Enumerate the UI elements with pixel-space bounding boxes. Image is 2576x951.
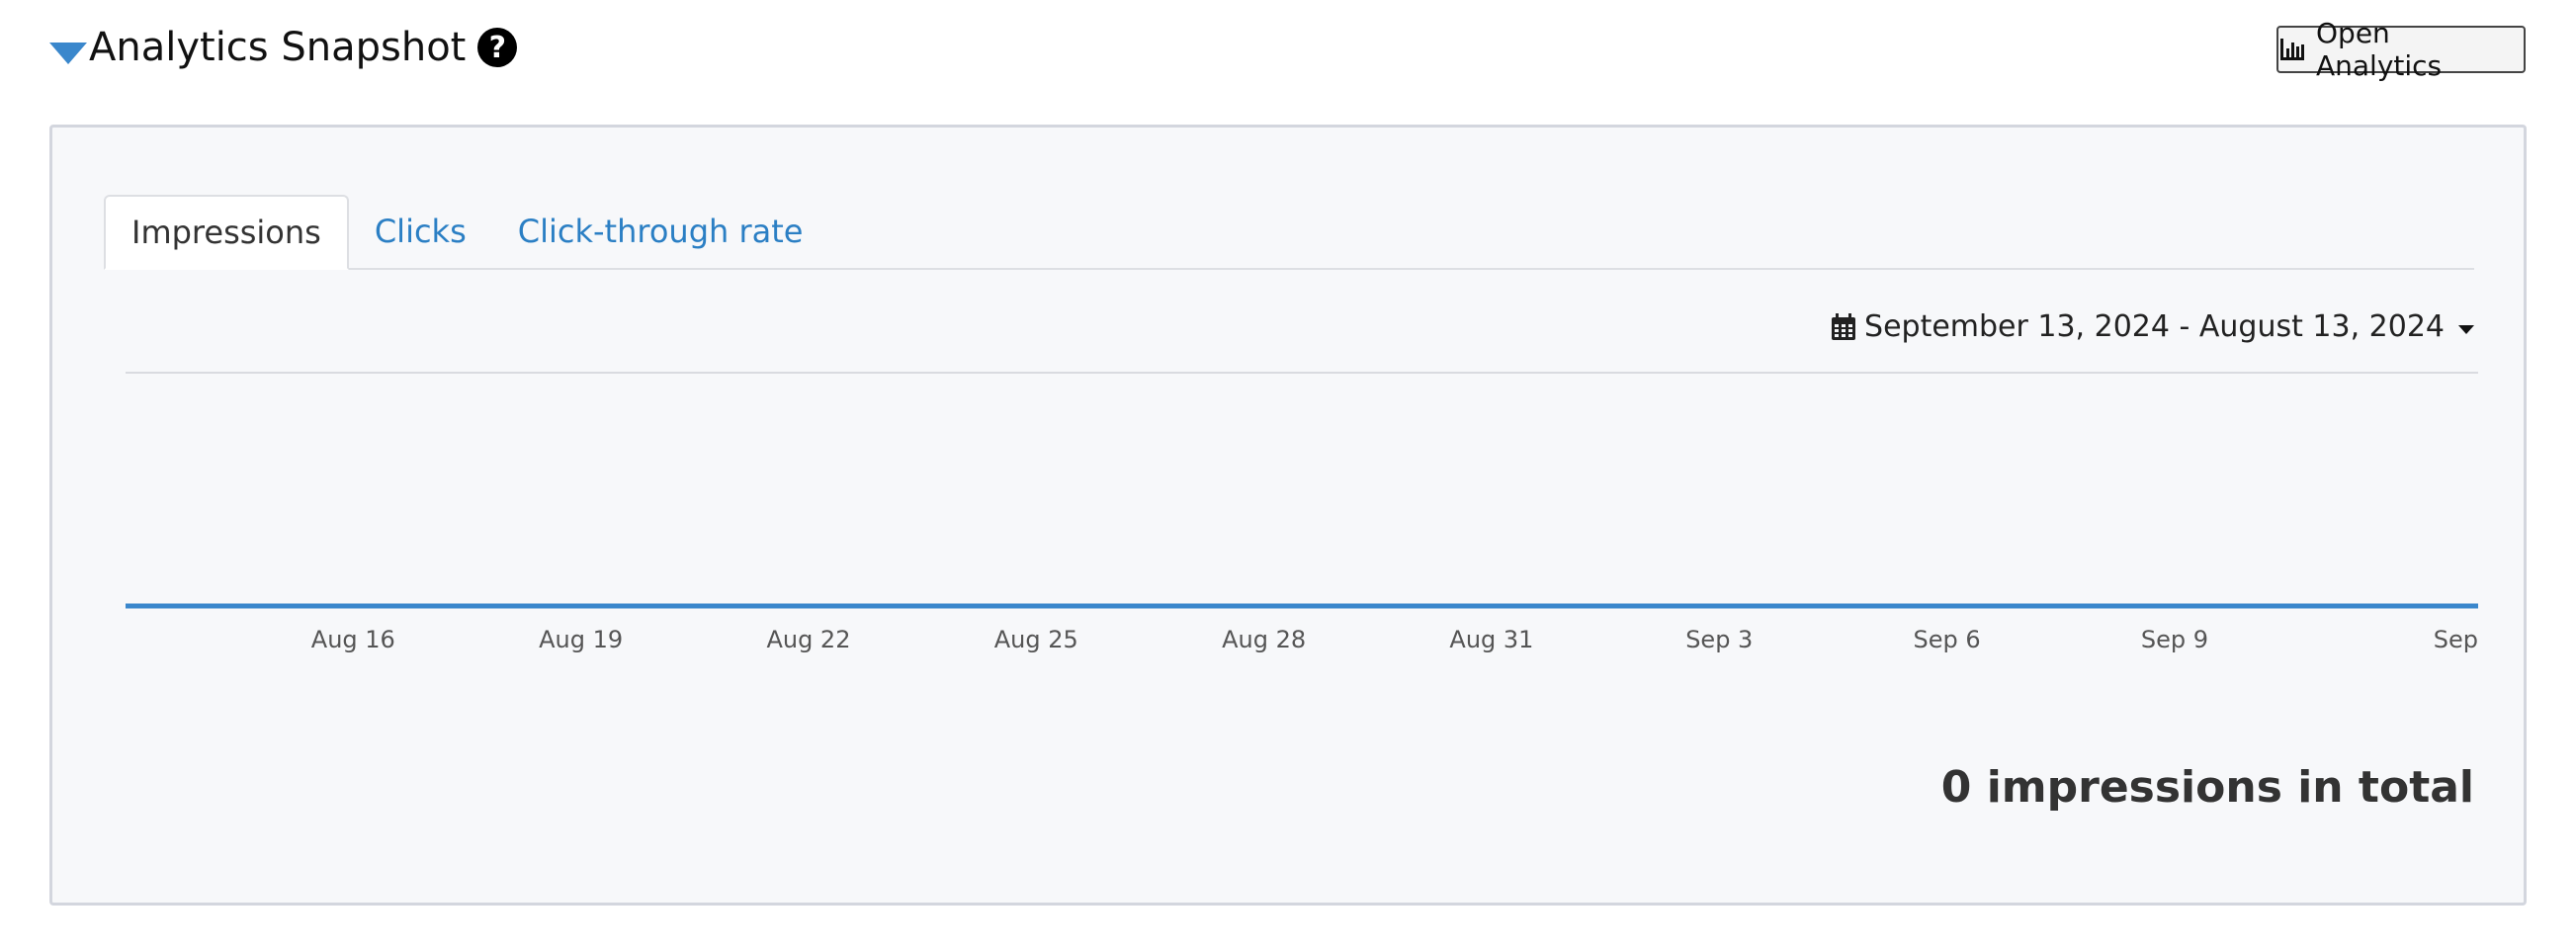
- x-tick-label: Aug 25: [994, 626, 1078, 653]
- tab-clicks[interactable]: Clicks: [349, 195, 492, 268]
- x-tick-label: Aug 31: [1449, 626, 1533, 653]
- chart-container: Aug 16 Aug 19 Aug 22 Aug 25 Aug 28 Aug 31 Sep …: [124, 365, 2480, 764]
- x-tick-label: Aug 19: [539, 626, 623, 653]
- x-tick-label: Sep: [2434, 626, 2478, 653]
- date-range-label: September 13, 2024 - August 13, 2024: [1864, 309, 2445, 344]
- bar-chart-icon: [2278, 37, 2306, 62]
- x-tick-label: Sep 3: [1685, 626, 1753, 653]
- impressions-chart: Aug 16 Aug 19 Aug 22 Aug 25 Aug 28 Aug 31 Sep …: [126, 372, 2478, 653]
- metric-tabs: Impressions Clicks Click-through rate: [104, 193, 2474, 270]
- x-tick-label: Sep 9: [2141, 626, 2208, 653]
- calendar-icon: [1831, 312, 1856, 341]
- analytics-panel: Impressions Clicks Click-through rate Se…: [49, 125, 2527, 906]
- section-header: Analytics Snapshot ?: [49, 20, 518, 75]
- open-analytics-label: Open Analytics: [2316, 17, 2443, 82]
- x-tick-label: Aug 16: [311, 626, 395, 653]
- x-tick-label: Aug 28: [1222, 626, 1306, 653]
- x-tick-label: Sep 6: [1914, 626, 1981, 653]
- total-summary: 0 impressions in total: [1940, 762, 2474, 813]
- tab-impressions[interactable]: Impressions: [104, 195, 349, 270]
- open-analytics-button[interactable]: Open Analytics: [2276, 17, 2526, 82]
- question-circle-icon[interactable]: ?: [477, 28, 518, 67]
- x-tick-label: Aug 22: [766, 626, 850, 653]
- date-range-picker[interactable]: September 13, 2024 - August 13, 2024: [1831, 309, 2474, 344]
- caret-down-icon[interactable]: [49, 43, 87, 64]
- section-title: Analytics Snapshot: [89, 25, 467, 70]
- dropdown-caret-icon: [2458, 325, 2474, 334]
- tab-click-through-rate[interactable]: Click-through rate: [492, 195, 829, 268]
